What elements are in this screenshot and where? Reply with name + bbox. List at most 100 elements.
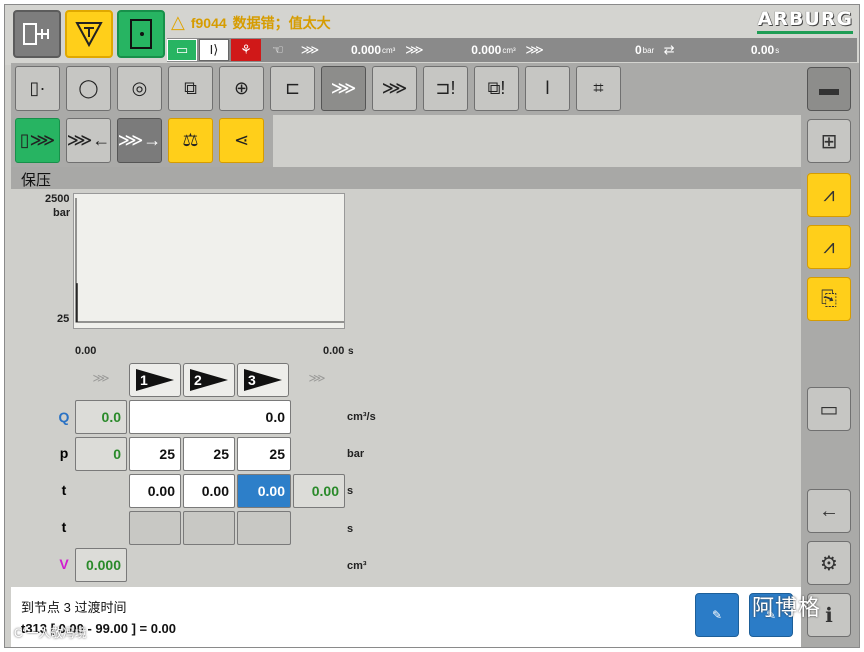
pressure-value: 0 <box>634 43 642 57</box>
t2-stage-2-input[interactable] <box>183 511 235 545</box>
t-unit: s <box>347 485 354 497</box>
display-mode-button[interactable]: ▬ <box>807 67 851 111</box>
p-unit: bar <box>347 448 365 460</box>
p-label: p <box>59 445 69 461</box>
mold-icon: ▯· <box>29 78 46 98</box>
pressure-icon: ⋙ <box>525 42 544 57</box>
cycle-button[interactable]: ◯ <box>66 66 111 111</box>
q-readout: 0.0 <box>75 400 127 434</box>
screw-back-icon: ⋙← <box>66 130 111 150</box>
p-stage-1-input[interactable]: 25 <box>129 437 181 471</box>
mold-thermometer-icon: ⧉! <box>487 78 506 98</box>
x-tick-unit: s <box>348 346 354 357</box>
volume2-value: 0.000 <box>471 43 502 57</box>
stage-2-button[interactable]: 2 <box>183 363 235 397</box>
t2-unit: s <box>347 523 354 535</box>
mold-button[interactable]: ▯· <box>15 66 60 111</box>
screw-end-icon: ⋙ <box>308 371 326 385</box>
funnel-icon <box>75 22 103 48</box>
curve-scale-icon: ⩘ <box>823 235 835 258</box>
speech-icon: ▭ <box>819 398 839 421</box>
screw-dosage-icon: ⋙ <box>381 78 408 98</box>
pencil-icon: ✎ <box>711 608 723 622</box>
adjust-icon: ⋖ <box>233 130 250 150</box>
volume1-value: 0.000 <box>350 43 381 57</box>
t-stage-2-input[interactable]: 0.00 <box>183 474 235 508</box>
v-unit: cm³ <box>347 560 367 572</box>
x-tick-left: 0.00 <box>75 345 97 357</box>
scale-icon: ⚖ <box>182 130 199 150</box>
screw-cushion-icon: ⋙ <box>405 42 424 57</box>
back-button[interactable]: ← <box>807 489 851 533</box>
cycle-icon: ⇄ <box>663 42 675 57</box>
right-sidebar: ▬ ⊞ ⩘ ⩘ ⎘ ▭ ← ⚙ ℹ <box>801 63 859 647</box>
machine-menu-button[interactable] <box>13 10 61 58</box>
alarm-code: f9044 <box>190 14 227 31</box>
temperature-button[interactable]: ǀ <box>525 66 570 111</box>
adjustment-button[interactable]: ⋖ <box>219 118 264 163</box>
gripper-button[interactable]: ⌗ <box>576 66 621 111</box>
p-readout: 0 <box>75 437 127 471</box>
injection-overview-button[interactable]: ▯⋙ <box>15 118 60 163</box>
app-frame: △ f9044 数据错；值太大 ARBURG ▭ I⟩ ⚘ ☜ ⋙ 0.000 … <box>4 4 860 648</box>
ejector-button[interactable]: ⧉ <box>168 66 213 111</box>
t-total-readout: 0.00 <box>293 474 345 508</box>
nozzle-button[interactable]: ⊕ <box>219 66 264 111</box>
graphics-button[interactable]: ⩘ <box>807 173 851 217</box>
graphics-balance-button[interactable]: ⩘ <box>807 225 851 269</box>
holding-pressure-button[interactable]: ⋙→ <box>117 118 162 163</box>
core-pull-button[interactable]: ◎ <box>117 66 162 111</box>
stage-flag-icon: 1 <box>136 369 174 391</box>
volume1-unit: cm³ <box>382 45 396 55</box>
t-stage-3-input[interactable]: 0.00 <box>237 474 291 508</box>
v-readout: 0.000 <box>75 548 127 582</box>
watermark-source: C“一人敬冯境 <box>14 626 87 640</box>
p-stage-3-input[interactable]: 25 <box>237 437 291 471</box>
t-label: t <box>61 482 67 498</box>
color-bar-icon: ▬ <box>819 77 839 100</box>
function-toolbar: ▯· ◯ ◎ ⧉ ⊕ ⊏ ⋙ ⋙ ⊐! ⧉! ǀ ⌗ <box>11 63 801 115</box>
injection-unit-button[interactable]: ⊏ <box>270 66 315 111</box>
operator-icon: I⟩ <box>199 39 229 61</box>
decompression-button[interactable]: ⋙← <box>66 118 111 163</box>
injection-unit-icon: ⊏ <box>284 78 301 98</box>
v-label: V <box>59 556 69 572</box>
help-button[interactable]: ▭ <box>807 387 851 431</box>
logo-underline <box>757 31 853 34</box>
edit-button[interactable]: ✎ <box>695 593 739 637</box>
dosage-button[interactable]: ⋙ <box>372 66 417 111</box>
t2-stage-1-input[interactable] <box>129 511 181 545</box>
gear-icon: ⚙ <box>820 552 838 575</box>
hand-icon: ☜ <box>272 42 284 57</box>
stage-3-button[interactable]: 3 <box>237 363 289 397</box>
cylinder-temp-button[interactable]: ⊐! <box>423 66 468 111</box>
gripper-icon: ⌗ <box>593 78 604 98</box>
mold-temp-button[interactable]: ⧉! <box>474 66 519 111</box>
mold-status-button[interactable] <box>117 10 165 58</box>
tree-icon: ⊞ <box>820 130 838 153</box>
svg-text:3: 3 <box>248 372 256 388</box>
t2-stage-3-input[interactable] <box>237 511 291 545</box>
p-stage-2-input[interactable]: 25 <box>183 437 235 471</box>
sub-toolbar: ▯⋙ ⋙← ⋙→ ⚖ ⋖ <box>11 115 273 167</box>
settings-button[interactable]: ⚙ <box>807 541 851 585</box>
warning-icon: △ <box>171 12 185 32</box>
chart-plot <box>75 198 344 323</box>
q-label: Q <box>58 409 70 425</box>
y-tick-top: 2500 <box>45 193 70 205</box>
notes-button[interactable]: ⎘ <box>807 277 851 321</box>
t-stage-1-input[interactable]: 0.00 <box>129 474 181 508</box>
balance-button[interactable]: ⚖ <box>168 118 213 163</box>
arrow-left-icon: ← <box>819 499 839 522</box>
stage-flag-icon: 3 <box>244 369 282 391</box>
page-title: 保压 <box>21 172 52 189</box>
stage-1-button[interactable]: 1 <box>129 363 181 397</box>
alarm-message[interactable]: △ f9044 数据错；值太大 <box>171 12 331 33</box>
operating-mode-button[interactable] <box>65 10 113 58</box>
injection-button[interactable]: ⋙ <box>321 66 366 111</box>
q-input[interactable]: 0.0 <box>129 400 291 434</box>
machine-icon <box>23 23 49 45</box>
info-description: 到节点 3 过渡时间 <box>21 600 127 615</box>
nozzle-icon: ⊕ <box>233 78 250 98</box>
structure-button[interactable]: ⊞ <box>807 119 851 163</box>
